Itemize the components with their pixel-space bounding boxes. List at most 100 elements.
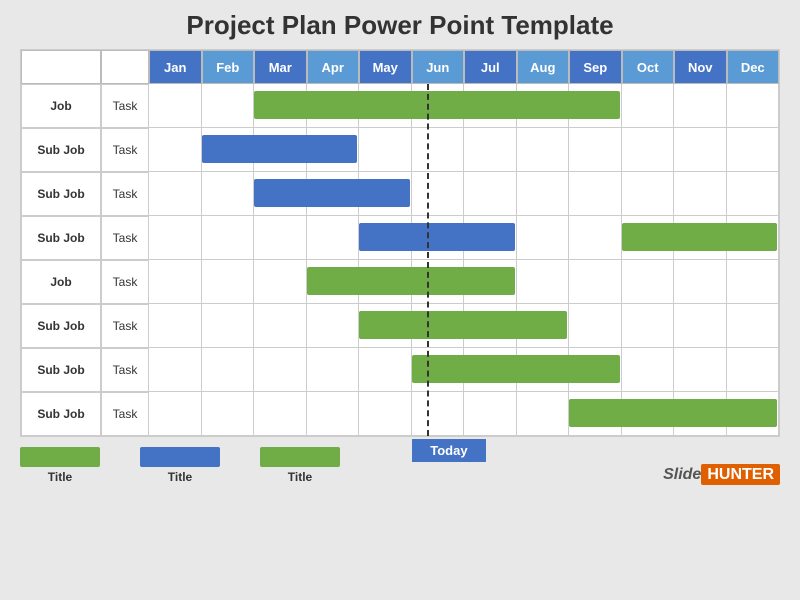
grid-cell (569, 216, 622, 260)
grid-cell (727, 304, 780, 348)
legend-item: Title (20, 447, 100, 484)
brand-hunter: HUNTER (701, 464, 780, 485)
grid-cell (359, 128, 412, 172)
job-cell: Sub Job (21, 392, 101, 436)
grid-cell (464, 172, 517, 216)
gantt-header: JanFebMarAprMayJunJulAugSepOctNovDec (21, 50, 779, 84)
cells-area (149, 348, 779, 392)
gantt-bar (359, 223, 515, 251)
gantt-chart: JanFebMarAprMayJunJulAugSepOctNovDec Job… (20, 49, 780, 437)
grid-cell (149, 392, 202, 436)
gantt-row: Sub JobTask (21, 304, 779, 348)
grid-cell (569, 172, 622, 216)
month-header-feb: Feb (202, 50, 255, 84)
grid-cell (727, 128, 780, 172)
gantt-row: Sub JobTask (21, 348, 779, 392)
gantt-bar (307, 267, 515, 295)
grid-cell (517, 216, 570, 260)
grid-cell (517, 392, 570, 436)
grid-cell (569, 128, 622, 172)
grid-cell (622, 84, 675, 128)
month-header-may: May (359, 50, 412, 84)
gantt-row: JobTask (21, 84, 779, 128)
month-header-nov: Nov (674, 50, 727, 84)
legend-item: Title (260, 447, 340, 484)
grid-cell (517, 172, 570, 216)
grid-cell (202, 304, 255, 348)
cells-area (149, 392, 779, 436)
job-cell: Job (21, 84, 101, 128)
gantt-row: Sub JobTask (21, 216, 779, 260)
grid-cell (727, 348, 780, 392)
gantt-bar (202, 135, 358, 163)
grid-cell (674, 84, 727, 128)
grid-cell (149, 128, 202, 172)
grid-cell (254, 304, 307, 348)
grid-cell (307, 392, 360, 436)
grid-cell (517, 260, 570, 304)
grid-cell (149, 216, 202, 260)
gantt-bar (254, 179, 410, 207)
grid-cell (464, 392, 517, 436)
grid-cell (359, 392, 412, 436)
cells-area (149, 304, 779, 348)
grid-cell (149, 84, 202, 128)
job-cell: Sub Job (21, 304, 101, 348)
legend-label: Title (48, 470, 72, 484)
grid-cell (412, 172, 465, 216)
month-header-apr: Apr (307, 50, 360, 84)
grid-cell (569, 260, 622, 304)
grid-cell (202, 172, 255, 216)
cells-area (149, 216, 779, 260)
grid-cell (727, 260, 780, 304)
grid-cell (254, 260, 307, 304)
gantt-row: JobTask (21, 260, 779, 304)
gantt-row: Sub JobTask (21, 392, 779, 436)
grid-cell (412, 128, 465, 172)
brand-logo: SlideHUNTER (663, 466, 780, 484)
task-cell: Task (101, 172, 149, 216)
gantt-bar (254, 91, 620, 119)
task-cell: Task (101, 128, 149, 172)
page-title: Project Plan Power Point Template (186, 10, 613, 41)
header-job-col (21, 50, 101, 84)
grid-cell (674, 260, 727, 304)
grid-cell (622, 172, 675, 216)
brand-slide: Slide (663, 466, 701, 483)
month-header-jul: Jul (464, 50, 517, 84)
job-cell: Sub Job (21, 172, 101, 216)
grid-cell (674, 304, 727, 348)
job-cell: Sub Job (21, 128, 101, 172)
grid-cell (674, 172, 727, 216)
grid-cell (202, 260, 255, 304)
grid-cell (622, 260, 675, 304)
task-cell: Task (101, 304, 149, 348)
job-cell: Job (21, 260, 101, 304)
legend-items: Title Title Title (20, 447, 370, 484)
legend-label: Title (168, 470, 192, 484)
gantt-bar (569, 399, 777, 427)
grid-cell (254, 392, 307, 436)
grid-cell (307, 348, 360, 392)
grid-cell (254, 216, 307, 260)
cells-area (149, 84, 779, 128)
month-header-aug: Aug (517, 50, 570, 84)
month-headers: JanFebMarAprMayJunJulAugSepOctNovDec (149, 50, 779, 84)
legend-area: Title Title Title SlideHUNTER (20, 447, 780, 484)
grid-cell (307, 216, 360, 260)
legend-color-bar (20, 447, 100, 467)
grid-cell (674, 128, 727, 172)
grid-cell (202, 392, 255, 436)
cells-area (149, 172, 779, 216)
grid-cell (727, 84, 780, 128)
grid-cell (149, 348, 202, 392)
grid-cell (622, 128, 675, 172)
month-header-dec: Dec (727, 50, 780, 84)
grid-cell (149, 304, 202, 348)
legend-label: Title (288, 470, 312, 484)
cells-area (149, 260, 779, 304)
grid-cell (149, 260, 202, 304)
grid-cell (517, 128, 570, 172)
gantt-bar (622, 223, 778, 251)
legend-color-bar (260, 447, 340, 467)
